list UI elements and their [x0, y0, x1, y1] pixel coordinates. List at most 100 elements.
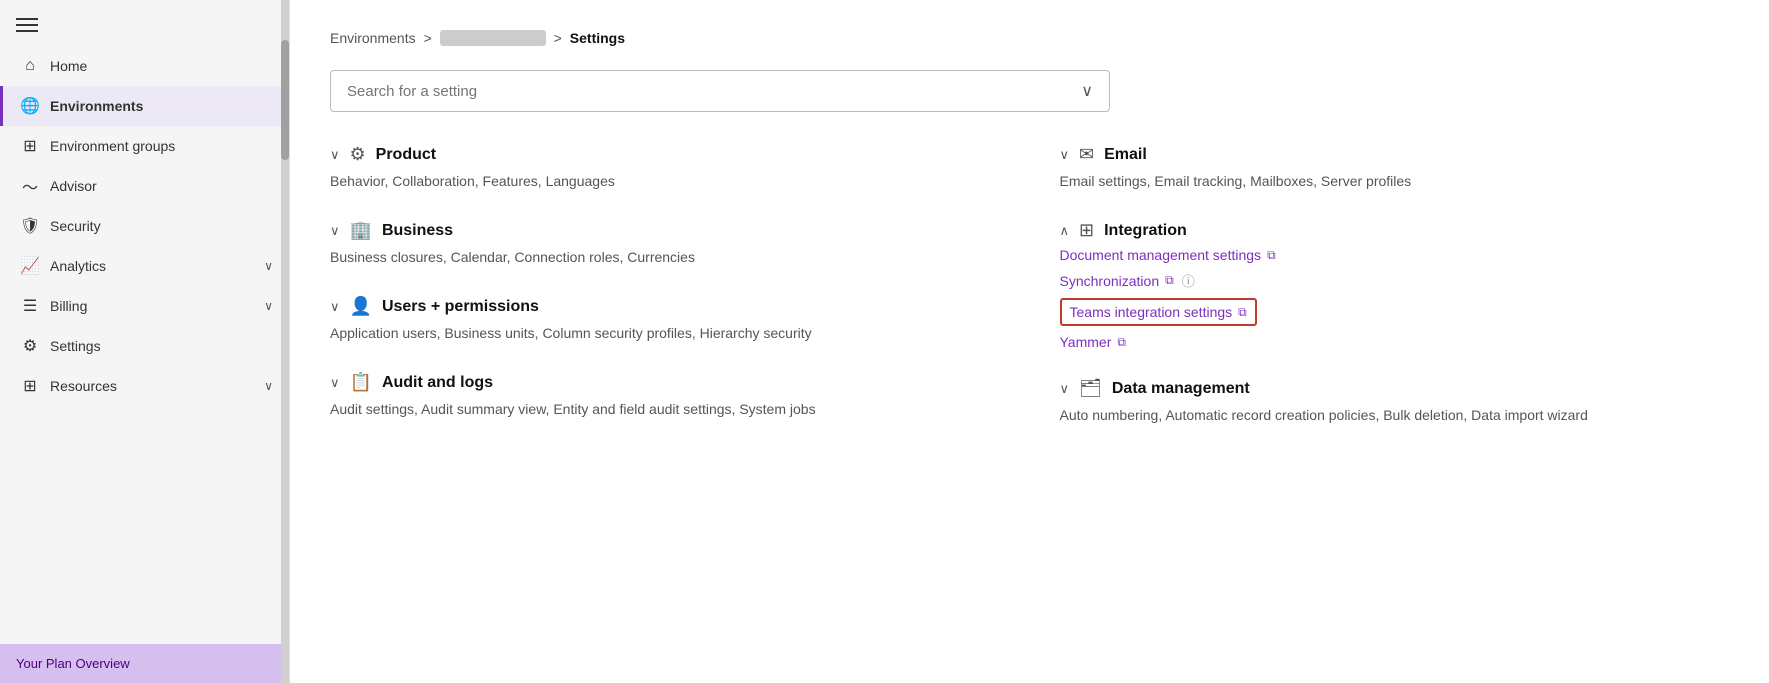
sidebar-bottom-item[interactable]: Your Plan Overview	[0, 644, 289, 683]
teams-ext-icon: ⧉	[1238, 305, 1247, 320]
security-icon: 🛡	[20, 216, 40, 236]
advisor-icon: 〜	[20, 176, 40, 196]
data-mgmt-collapse-icon[interactable]: ∨	[1060, 381, 1070, 397]
search-input[interactable]	[347, 83, 1081, 100]
product-collapse-icon[interactable]: ∨	[330, 147, 340, 163]
doc-mgmt-ext-icon: ⧉	[1267, 248, 1276, 263]
yammer-label: Yammer	[1060, 334, 1112, 350]
teams-link-container: Teams integration settings ⧉	[1060, 298, 1730, 326]
data-mgmt-links: Auto numbering, Automatic record creatio…	[1060, 405, 1730, 426]
analytics-chevron: ∨	[264, 259, 273, 273]
hamburger-menu[interactable]	[0, 0, 289, 46]
sidebar-item-label: Analytics	[50, 258, 106, 274]
section-users-header: ∨ 👤 Users + permissions	[330, 296, 1000, 317]
teams-label: Teams integration settings	[1070, 304, 1233, 320]
search-bar[interactable]: ∨	[330, 70, 1110, 112]
section-business-header: ∨ 🏢 Business	[330, 220, 1000, 241]
section-audit-header: ∨ 📋 Audit and logs	[330, 372, 1000, 393]
users-title: Users + permissions	[382, 298, 539, 316]
section-product-header: ∨ ⚙ Product	[330, 144, 1000, 165]
business-icon: 🏢	[350, 220, 372, 241]
analytics-icon: 📈	[20, 256, 40, 276]
data-mgmt-title: Data management	[1112, 380, 1250, 398]
email-links: Email settings, Email tracking, Mailboxe…	[1060, 171, 1730, 192]
sidebar-item-environment-groups[interactable]: ⊞ Environment groups	[0, 126, 289, 166]
section-users-permissions: ∨ 👤 Users + permissions Application user…	[330, 296, 1000, 344]
right-column: ∨ ✉ Email Email settings, Email tracking…	[1060, 144, 1730, 454]
users-collapse-icon[interactable]: ∨	[330, 299, 340, 315]
breadcrumb-test: test ████████	[440, 30, 546, 46]
left-column: ∨ ⚙ Product Behavior, Collaboration, Fea…	[330, 144, 1000, 454]
synchronization-info-icon: ⓘ	[1182, 271, 1195, 290]
home-icon: ⌂	[20, 56, 40, 76]
doc-mgmt-label: Document management settings	[1060, 247, 1262, 263]
settings-grid: ∨ ⚙ Product Behavior, Collaboration, Fea…	[330, 144, 1729, 454]
email-icon: ✉	[1079, 144, 1094, 165]
synchronization-ext-icon: ⧉	[1165, 273, 1174, 288]
section-integration: ∧ ⊞ Integration Document management sett…	[1060, 220, 1730, 350]
audit-collapse-icon[interactable]: ∨	[330, 375, 340, 391]
sidebar-item-environments[interactable]: 🌐 Environments	[0, 86, 289, 126]
synchronization-label: Synchronization	[1060, 273, 1160, 289]
business-title: Business	[382, 222, 453, 240]
sidebar-item-home[interactable]: ⌂ Home	[0, 46, 289, 86]
billing-chevron: ∨	[264, 299, 273, 313]
section-audit-logs: ∨ 📋 Audit and logs Audit settings, Audit…	[330, 372, 1000, 420]
breadcrumb-sep-2: >	[554, 30, 562, 46]
sidebar-item-billing[interactable]: ☰ Billing ∨	[0, 286, 289, 326]
section-data-mgmt-header: ∨ 🗂 Data management	[1060, 378, 1730, 399]
integration-icon: ⊞	[1079, 220, 1094, 241]
teams-integration-link[interactable]: Teams integration settings ⧉	[1060, 298, 1257, 326]
audit-title: Audit and logs	[382, 374, 493, 392]
resources-chevron: ∨	[264, 379, 273, 393]
breadcrumb: Environments > test ████████ > Settings	[330, 30, 1729, 46]
sidebar-item-advisor[interactable]: 〜 Advisor	[0, 166, 289, 206]
section-email-header: ∨ ✉ Email	[1060, 144, 1730, 165]
integration-collapse-icon[interactable]: ∧	[1060, 223, 1070, 239]
yammer-link[interactable]: Yammer ⧉	[1060, 334, 1730, 350]
environment-groups-icon: ⊞	[20, 136, 40, 156]
sidebar-item-label: Resources	[50, 378, 117, 394]
audit-links: Audit settings, Audit summary view, Enti…	[330, 399, 1000, 420]
product-icon: ⚙	[350, 144, 366, 165]
environments-icon: 🌐	[20, 96, 40, 116]
sidebar-item-resources[interactable]: ⊞ Resources ∨	[0, 366, 289, 406]
settings-icon: ⚙	[20, 336, 40, 356]
sidebar-item-label: Settings	[50, 338, 101, 354]
integration-title: Integration	[1104, 222, 1187, 240]
sidebar-scrollbar[interactable]	[281, 0, 289, 683]
synchronization-link[interactable]: Synchronization ⧉ ⓘ	[1060, 271, 1730, 290]
section-product: ∨ ⚙ Product Behavior, Collaboration, Fea…	[330, 144, 1000, 192]
sidebar: ⌂ Home 🌐 Environments ⊞ Environment grou…	[0, 0, 290, 683]
sidebar-item-label: Advisor	[50, 178, 97, 194]
sidebar-item-label: Billing	[50, 298, 87, 314]
section-business: ∨ 🏢 Business Business closures, Calendar…	[330, 220, 1000, 268]
product-title: Product	[376, 146, 436, 164]
section-data-management: ∨ 🗂 Data management Auto numbering, Auto…	[1060, 378, 1730, 426]
sidebar-item-analytics[interactable]: 📈 Analytics ∨	[0, 246, 289, 286]
breadcrumb-sep-1: >	[424, 30, 432, 46]
email-title: Email	[1104, 146, 1147, 164]
product-links: Behavior, Collaboration, Features, Langu…	[330, 171, 1000, 192]
sidebar-item-settings[interactable]: ⚙ Settings	[0, 326, 289, 366]
users-links: Application users, Business units, Colum…	[330, 323, 1000, 344]
sidebar-item-label: Environment groups	[50, 138, 175, 154]
business-links: Business closures, Calendar, Connection …	[330, 247, 1000, 268]
users-icon: 👤	[350, 296, 372, 317]
main-content: Environments > test ████████ > Settings …	[290, 0, 1769, 683]
audit-icon: 📋	[350, 372, 372, 393]
sidebar-item-label: Environments	[50, 98, 143, 114]
data-mgmt-icon: 🗂	[1079, 378, 1102, 399]
section-integration-header: ∧ ⊞ Integration	[1060, 220, 1730, 241]
business-collapse-icon[interactable]: ∨	[330, 223, 340, 239]
breadcrumb-settings: Settings	[570, 30, 625, 46]
section-email: ∨ ✉ Email Email settings, Email tracking…	[1060, 144, 1730, 192]
breadcrumb-environments[interactable]: Environments	[330, 30, 416, 46]
resources-icon: ⊞	[20, 376, 40, 396]
integration-links: Document management settings ⧉ Synchroni…	[1060, 247, 1730, 350]
sidebar-item-label: Security	[50, 218, 101, 234]
email-collapse-icon[interactable]: ∨	[1060, 147, 1070, 163]
sidebar-item-security[interactable]: 🛡 Security	[0, 206, 289, 246]
doc-mgmt-link[interactable]: Document management settings ⧉	[1060, 247, 1730, 263]
sidebar-item-label: Home	[50, 58, 87, 74]
